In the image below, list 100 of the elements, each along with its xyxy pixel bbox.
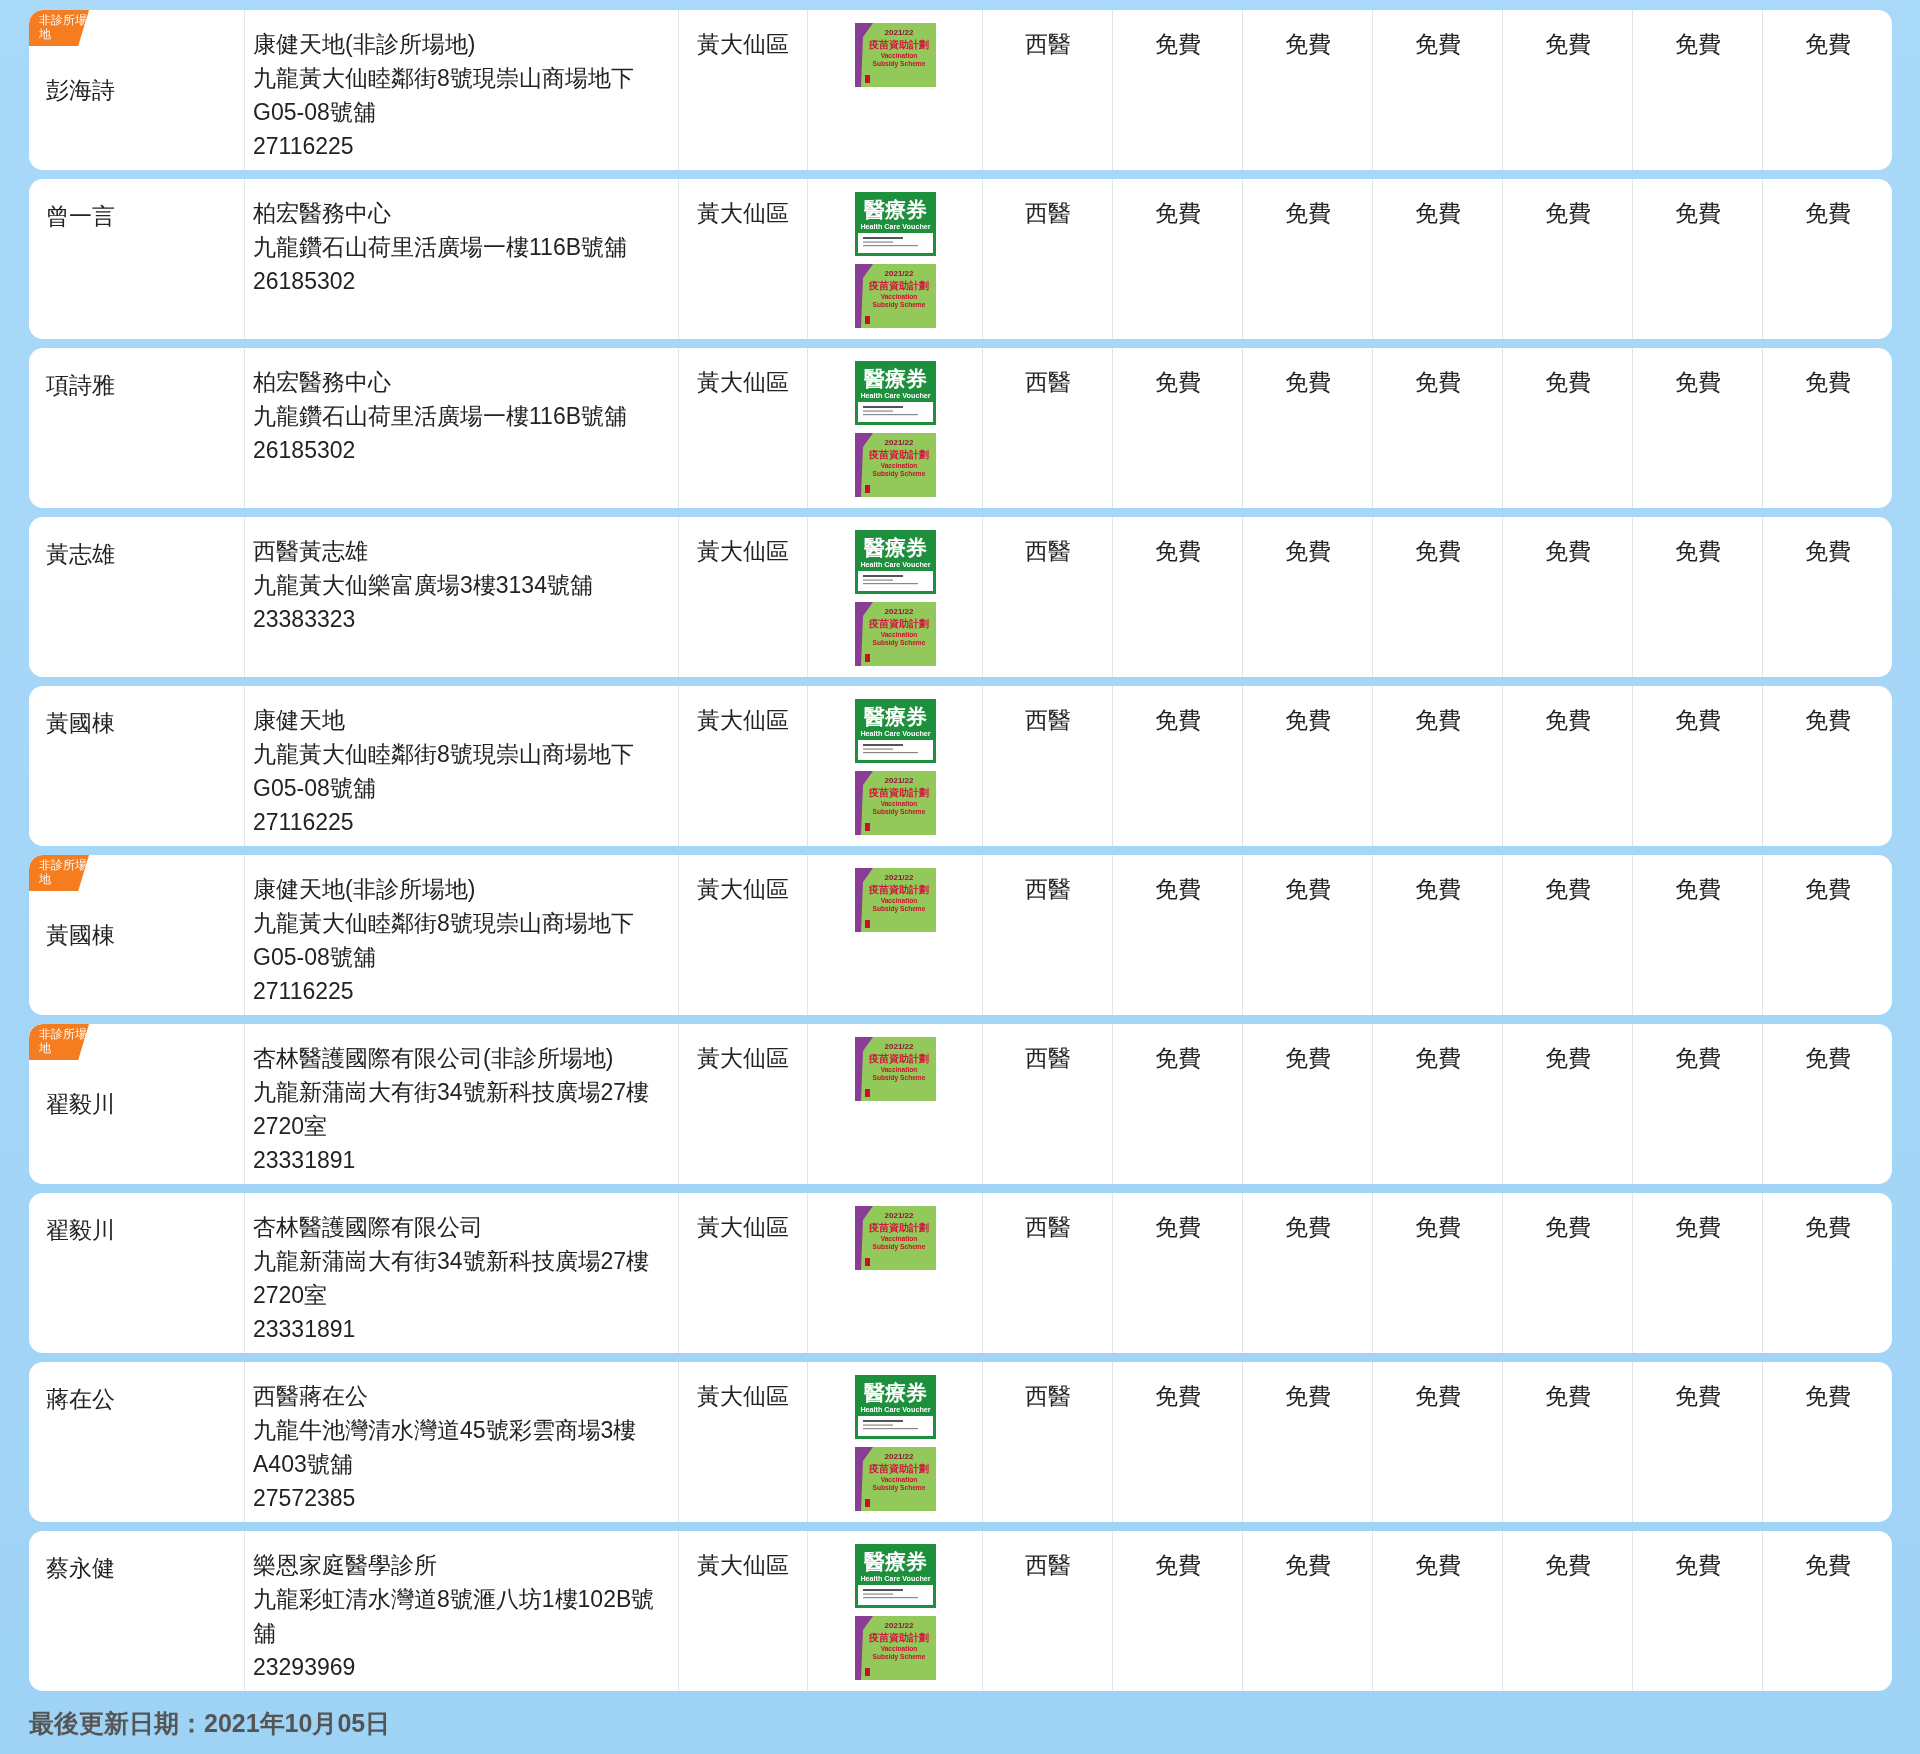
- fee-text: 免費: [1154, 1044, 1201, 1073]
- address-text: 九龍新蒲崗大有街34號新科技廣場27樓: [253, 1078, 651, 1107]
- fee-text: 免費: [1284, 706, 1331, 735]
- fee-text: 免費: [1284, 537, 1331, 566]
- fee-text: 免費: [1414, 1551, 1461, 1580]
- doctor-name: 蔡永健: [46, 1554, 116, 1583]
- phone-number: 27116225: [253, 977, 355, 1006]
- doctor-name: 黃國棟: [46, 921, 116, 950]
- phone-number: 23331891: [253, 1315, 357, 1344]
- fee-text: 免費: [1414, 1382, 1461, 1411]
- fee-text: 免費: [1414, 199, 1461, 228]
- phone-number: 27116225: [253, 132, 355, 161]
- fee-text: 免費: [1154, 1551, 1201, 1580]
- district-text: 黃大仙區: [697, 30, 789, 59]
- fee-text: 免費: [1284, 1551, 1331, 1580]
- clinic-name: 康健天地(非診所場地): [253, 875, 477, 904]
- service-type: 西醫: [1024, 1551, 1071, 1580]
- doctor-name: 蔣在公: [46, 1385, 116, 1414]
- phone-number: 23293969: [253, 1653, 357, 1682]
- fee-text: 免費: [1804, 1382, 1851, 1411]
- service-type: 西醫: [1024, 30, 1071, 59]
- district-text: 黃大仙區: [697, 706, 789, 735]
- fee-text: 免費: [1674, 1382, 1721, 1411]
- fee-text: 免費: [1284, 199, 1331, 228]
- clinic-name: 康健天地: [253, 706, 346, 735]
- fee-text: 免費: [1674, 199, 1721, 228]
- address-text: 九龍黃大仙睦鄰街8號現崇山商場地下: [253, 909, 635, 938]
- last-updated-text: 最後更新日期：2021年10月05日: [29, 1709, 391, 1737]
- address-text: A403號舖: [253, 1450, 354, 1479]
- fee-text: 免費: [1154, 537, 1201, 566]
- fee-text: 免費: [1674, 1044, 1721, 1073]
- fee-text: 免費: [1284, 1213, 1331, 1242]
- fee-text: 免費: [1414, 706, 1461, 735]
- fee-text: 免費: [1804, 875, 1851, 904]
- phone-number: 23383323: [253, 605, 357, 634]
- fee-text: 免費: [1674, 706, 1721, 735]
- doctor-name: 黃國棟: [46, 709, 116, 738]
- clinic-name: 柏宏醫務中心: [253, 368, 392, 397]
- clinic-name: 杏林醫護國際有限公司(非診所場地): [253, 1044, 615, 1073]
- phone-number: 23331891: [253, 1146, 357, 1175]
- address-text: G05-08號舖: [253, 774, 377, 803]
- fee-text: 免費: [1804, 1213, 1851, 1242]
- address-text: 九龍鑽石山荷里活廣場一樓116B號舖: [253, 233, 628, 262]
- address-text: 九龍彩虹清水灣道8號滙八坊1樓102B號: [253, 1585, 656, 1614]
- fee-text: 免費: [1544, 537, 1591, 566]
- doctor-name: 彭海詩: [46, 76, 116, 105]
- address-text: 九龍新蒲崗大有街34號新科技廣場27樓: [253, 1247, 651, 1276]
- fee-text: 免費: [1544, 1044, 1591, 1073]
- fee-text: 免費: [1544, 1213, 1591, 1242]
- fee-text: 免費: [1284, 368, 1331, 397]
- district-text: 黃大仙區: [697, 368, 789, 397]
- fee-text: 免費: [1544, 30, 1591, 59]
- address-text: 九龍黃大仙樂富廣場3樓3134號舖: [253, 571, 594, 600]
- fee-text: 免費: [1544, 875, 1591, 904]
- address-text: G05-08號舖: [253, 943, 377, 972]
- fee-text: 免費: [1544, 1382, 1591, 1411]
- fee-text: 免費: [1154, 199, 1201, 228]
- district-text: 黃大仙區: [697, 875, 789, 904]
- fee-text: 免費: [1284, 875, 1331, 904]
- fee-text: 免費: [1414, 1213, 1461, 1242]
- doctor-name: 黃志雄: [46, 540, 116, 569]
- fee-text: 免費: [1804, 368, 1851, 397]
- fee-text: 免費: [1674, 1551, 1721, 1580]
- service-type: 西醫: [1024, 537, 1071, 566]
- district-text: 黃大仙區: [697, 1382, 789, 1411]
- fee-text: 免費: [1804, 706, 1851, 735]
- fee-text: 免費: [1414, 368, 1461, 397]
- clinic-name: 柏宏醫務中心: [253, 199, 392, 228]
- service-type: 西醫: [1024, 1382, 1071, 1411]
- fee-text: 免費: [1154, 706, 1201, 735]
- fee-text: 免費: [1544, 199, 1591, 228]
- fee-text: 免費: [1154, 875, 1201, 904]
- address-text: 2720室: [253, 1112, 329, 1141]
- address-text: 九龍黃大仙睦鄰街8號現崇山商場地下: [253, 64, 635, 93]
- fee-text: 免費: [1154, 1382, 1201, 1411]
- fee-text: 免費: [1154, 30, 1201, 59]
- fee-text: 免費: [1674, 537, 1721, 566]
- fee-text: 免費: [1414, 875, 1461, 904]
- doctor-name: 項詩雅: [46, 371, 116, 400]
- district-text: 黃大仙區: [697, 1044, 789, 1073]
- doctor-name: 曾一言: [46, 202, 116, 231]
- fee-text: 免費: [1804, 199, 1851, 228]
- clinic-name: 西醫蔣在公: [253, 1382, 369, 1411]
- service-type: 西醫: [1024, 199, 1071, 228]
- fee-text: 免費: [1154, 1213, 1201, 1242]
- phone-number: 26185302: [253, 267, 357, 296]
- fee-text: 免費: [1284, 30, 1331, 59]
- fee-text: 免費: [1544, 706, 1591, 735]
- fee-text: 免費: [1804, 1044, 1851, 1073]
- doctor-name: 翟毅川: [46, 1216, 116, 1245]
- clinic-name: 杏林醫護國際有限公司: [253, 1213, 484, 1242]
- service-type: 西醫: [1024, 706, 1071, 735]
- district-text: 黃大仙區: [697, 1551, 789, 1580]
- fee-text: 免費: [1414, 30, 1461, 59]
- service-type: 西醫: [1024, 1213, 1071, 1242]
- district-text: 黃大仙區: [697, 199, 789, 228]
- address-text: G05-08號舖: [253, 98, 377, 127]
- doctor-name: 翟毅川: [46, 1090, 116, 1119]
- service-type: 西醫: [1024, 875, 1071, 904]
- fee-text: 免費: [1804, 537, 1851, 566]
